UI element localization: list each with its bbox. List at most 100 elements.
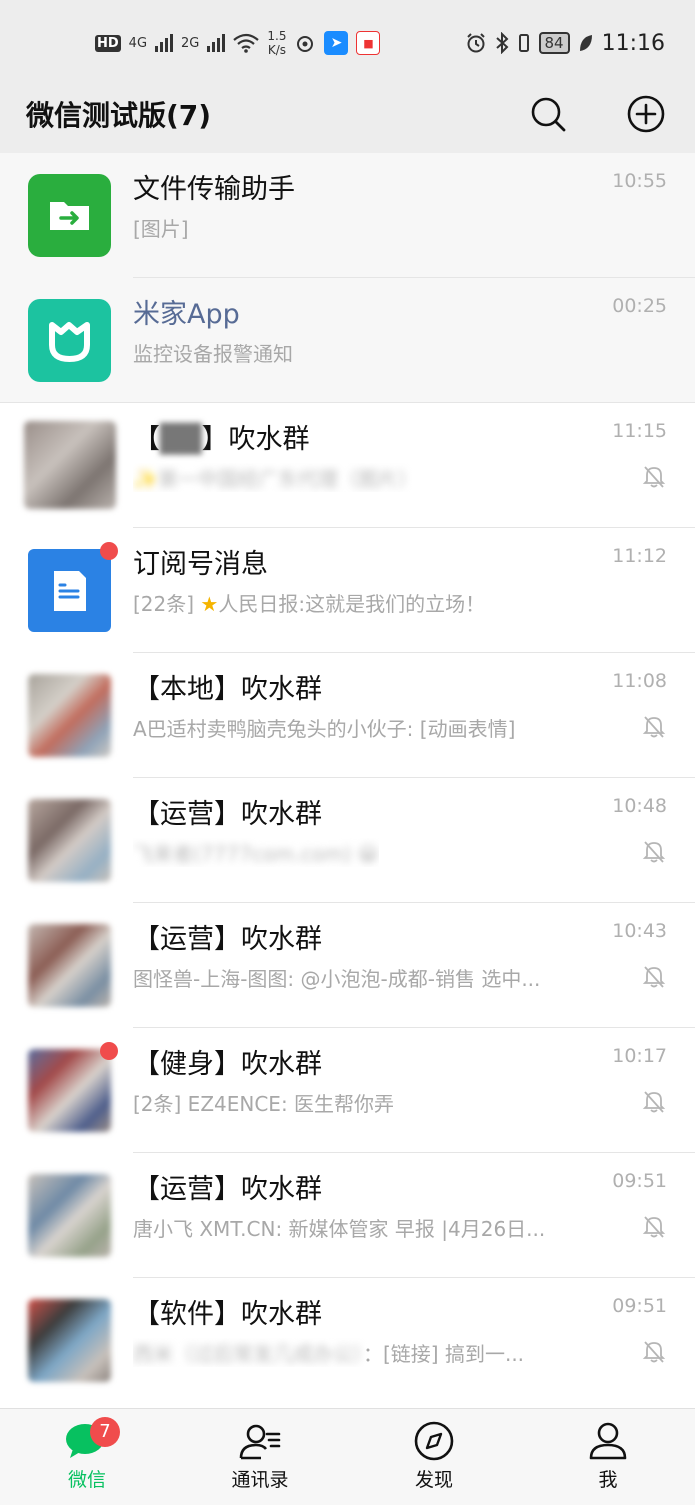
search-icon[interactable]	[526, 92, 570, 136]
chat-preview-count: [22条]	[133, 592, 201, 616]
star-icon: ★	[200, 592, 219, 616]
chat-time: 10:55	[612, 170, 667, 192]
wifi-icon	[233, 33, 260, 53]
chat-preview: A巴适村卖鸭脑壳兔头的小伙子: [动画表情]	[133, 717, 516, 741]
chat-time: 11:12	[612, 545, 667, 567]
chat-time: 10:43	[612, 920, 667, 942]
group-avatar	[28, 674, 111, 757]
unread-badge: 7	[90, 1417, 120, 1447]
chat-row-group[interactable]: 【运营】吹水群 唐小飞 XMT.CN: 新媒体管家 早报 |4月26日... 0…	[0, 1153, 695, 1278]
chat-time: 10:48	[612, 795, 667, 817]
file-transfer-icon	[28, 174, 111, 257]
chat-title: 【本地】吹水群	[133, 674, 322, 705]
chat-preview-text: 人民日报:这就是我们的立场！	[218, 592, 486, 616]
hd-voice-indicator: HD	[95, 34, 121, 52]
chat-title: 米家App	[133, 299, 240, 330]
group-avatar	[28, 799, 111, 882]
signal-strength-icon	[155, 34, 174, 52]
chat-time: 11:15	[612, 420, 667, 442]
chat-time: 00:25	[612, 295, 667, 317]
group-avatar	[28, 924, 111, 1007]
chat-title-suffix: 】吹水群	[201, 424, 310, 455]
plus-circle-icon[interactable]	[624, 92, 668, 136]
chat-preview: [22条] ★人民日报:这就是我们的立场！	[133, 588, 485, 617]
chat-row-mijia[interactable]: 米家App 监控设备报警通知 00:25	[0, 278, 695, 403]
bluetooth-icon	[495, 32, 508, 54]
app-header: 微信测试版(7)	[0, 80, 695, 153]
send-app-icon: ➤	[324, 31, 349, 55]
chat-time: 11:08	[612, 670, 667, 692]
tab-label: 微信	[67, 1469, 106, 1491]
store-app-icon: ■	[356, 31, 381, 55]
unread-dot	[100, 542, 118, 560]
page-title: 微信测试版(7)	[26, 99, 212, 132]
chat-title-redacted: ██	[160, 424, 202, 455]
chat-row-file-transfer[interactable]: 文件传输助手 [图片] 10:55	[0, 153, 695, 278]
muted-bell-icon	[642, 1091, 666, 1113]
chat-title: 【健身】吹水群	[133, 1049, 322, 1080]
chat-title: 【运营】吹水群	[133, 924, 322, 955]
battery-level: 84	[538, 32, 570, 54]
chat-row-group[interactable]: 【本地】吹水群 A巴适村卖鸭脑壳兔头的小伙子: [动画表情] 11:08	[0, 653, 695, 778]
group-avatar	[28, 1174, 111, 1257]
chat-row-group[interactable]: 【运营】吹水群 飞来者(7777com.com) 😀 10:48	[0, 778, 695, 903]
chat-row-group[interactable]: 【软件】吹水群 西米（过后常发几成办公）：[链接] 搞到一... 09:51	[0, 1278, 695, 1403]
clock: 11:16	[601, 30, 665, 56]
muted-bell-icon	[642, 1341, 666, 1363]
muted-bell-icon	[642, 716, 666, 738]
chat-preview-sender: 西米（过后常发几成办公）	[133, 1342, 363, 1366]
network-speed-value: 1.5	[267, 29, 287, 43]
sim2-network-label: 2G	[181, 35, 200, 51]
chat-title: 【██】吹水群	[133, 417, 310, 456]
tab-label: 通讯录	[231, 1469, 289, 1491]
weibo-icon	[297, 36, 314, 52]
muted-bell-icon	[642, 1216, 666, 1238]
chat-title: 【运营】吹水群	[133, 1174, 322, 1205]
tab-discover[interactable]: 发现	[374, 1421, 494, 1492]
muted-bell-icon	[642, 466, 666, 488]
chat-preview: [2条] EZ4ENCE: 医生帮你弄	[133, 1092, 395, 1116]
muted-bell-icon	[642, 966, 666, 988]
bottom-tab-bar: 7 微信 通讯录 发现 我	[0, 1408, 695, 1505]
group-avatar	[28, 1049, 111, 1132]
unread-dot	[100, 1042, 118, 1060]
chat-preview: 飞来者(7777com.com) 😀	[133, 838, 379, 867]
tab-me[interactable]: 我	[548, 1421, 668, 1492]
chat-list: 文件传输助手 [图片] 10:55 米家App 监控设备报警通知 00:25 【…	[0, 153, 695, 1403]
chat-row-group[interactable]: 【运营】吹水群 图怪兽-上海-图图: @小泡泡-成都-销售 选中... 10:4…	[0, 903, 695, 1028]
chat-time: 10:17	[612, 1045, 667, 1067]
chat-row-group[interactable]: 【健身】吹水群 [2条] EZ4ENCE: 医生帮你弄 10:17	[0, 1028, 695, 1153]
chat-time: 09:51	[612, 1295, 667, 1317]
chat-title: 文件传输助手	[133, 174, 295, 205]
tab-label: 我	[598, 1469, 618, 1491]
group-avatar	[28, 1299, 111, 1382]
chat-row-group[interactable]: 【██】吹水群 ✨第一中国经广东代理（图片） 11:15	[0, 403, 695, 528]
alarm-icon	[466, 33, 485, 53]
chat-title: 【软件】吹水群	[133, 1299, 322, 1330]
chat-preview: 西米（过后常发几成办公）：[链接] 搞到一...	[133, 1338, 524, 1367]
chat-preview: ✨第一中国经广东代理（图片）	[133, 463, 418, 492]
network-speed-unit: K/s	[267, 43, 287, 57]
chat-preview-text: ✨第一中国经广东代理（图片）	[133, 467, 418, 491]
chat-preview-text: ：[链接] 搞到一...	[363, 1342, 525, 1366]
chat-row-subscriptions[interactable]: 订阅号消息 [22条] ★人民日报:这就是我们的立场！ 11:12	[0, 528, 695, 653]
status-bar: HD 4G 2G 1.5 K/s ➤ ■ 84 11:16	[0, 0, 695, 80]
chat-preview: [图片]	[133, 217, 189, 241]
chat-title-prefix: 【	[133, 424, 160, 455]
tab-contacts[interactable]: 通讯录	[200, 1421, 320, 1492]
sim1-network-label: 4G	[128, 35, 148, 51]
chat-time: 09:51	[612, 1170, 667, 1192]
chat-title: 【运营】吹水群	[133, 799, 322, 830]
compass-icon	[414, 1421, 454, 1461]
tab-chats[interactable]: 7 微信	[27, 1417, 147, 1492]
mijia-icon	[28, 299, 111, 382]
group-avatar	[24, 421, 116, 509]
leaf-icon	[579, 35, 592, 51]
chat-preview: 唐小飞 XMT.CN: 新媒体管家 早报 |4月26日...	[133, 1217, 546, 1241]
chat-preview: 监控设备报警通知	[133, 342, 293, 366]
contacts-icon	[239, 1424, 281, 1460]
person-icon	[589, 1422, 627, 1460]
network-speed: 1.5 K/s	[267, 29, 286, 57]
tab-label: 发现	[414, 1469, 453, 1491]
chat-title: 订阅号消息	[133, 549, 268, 580]
